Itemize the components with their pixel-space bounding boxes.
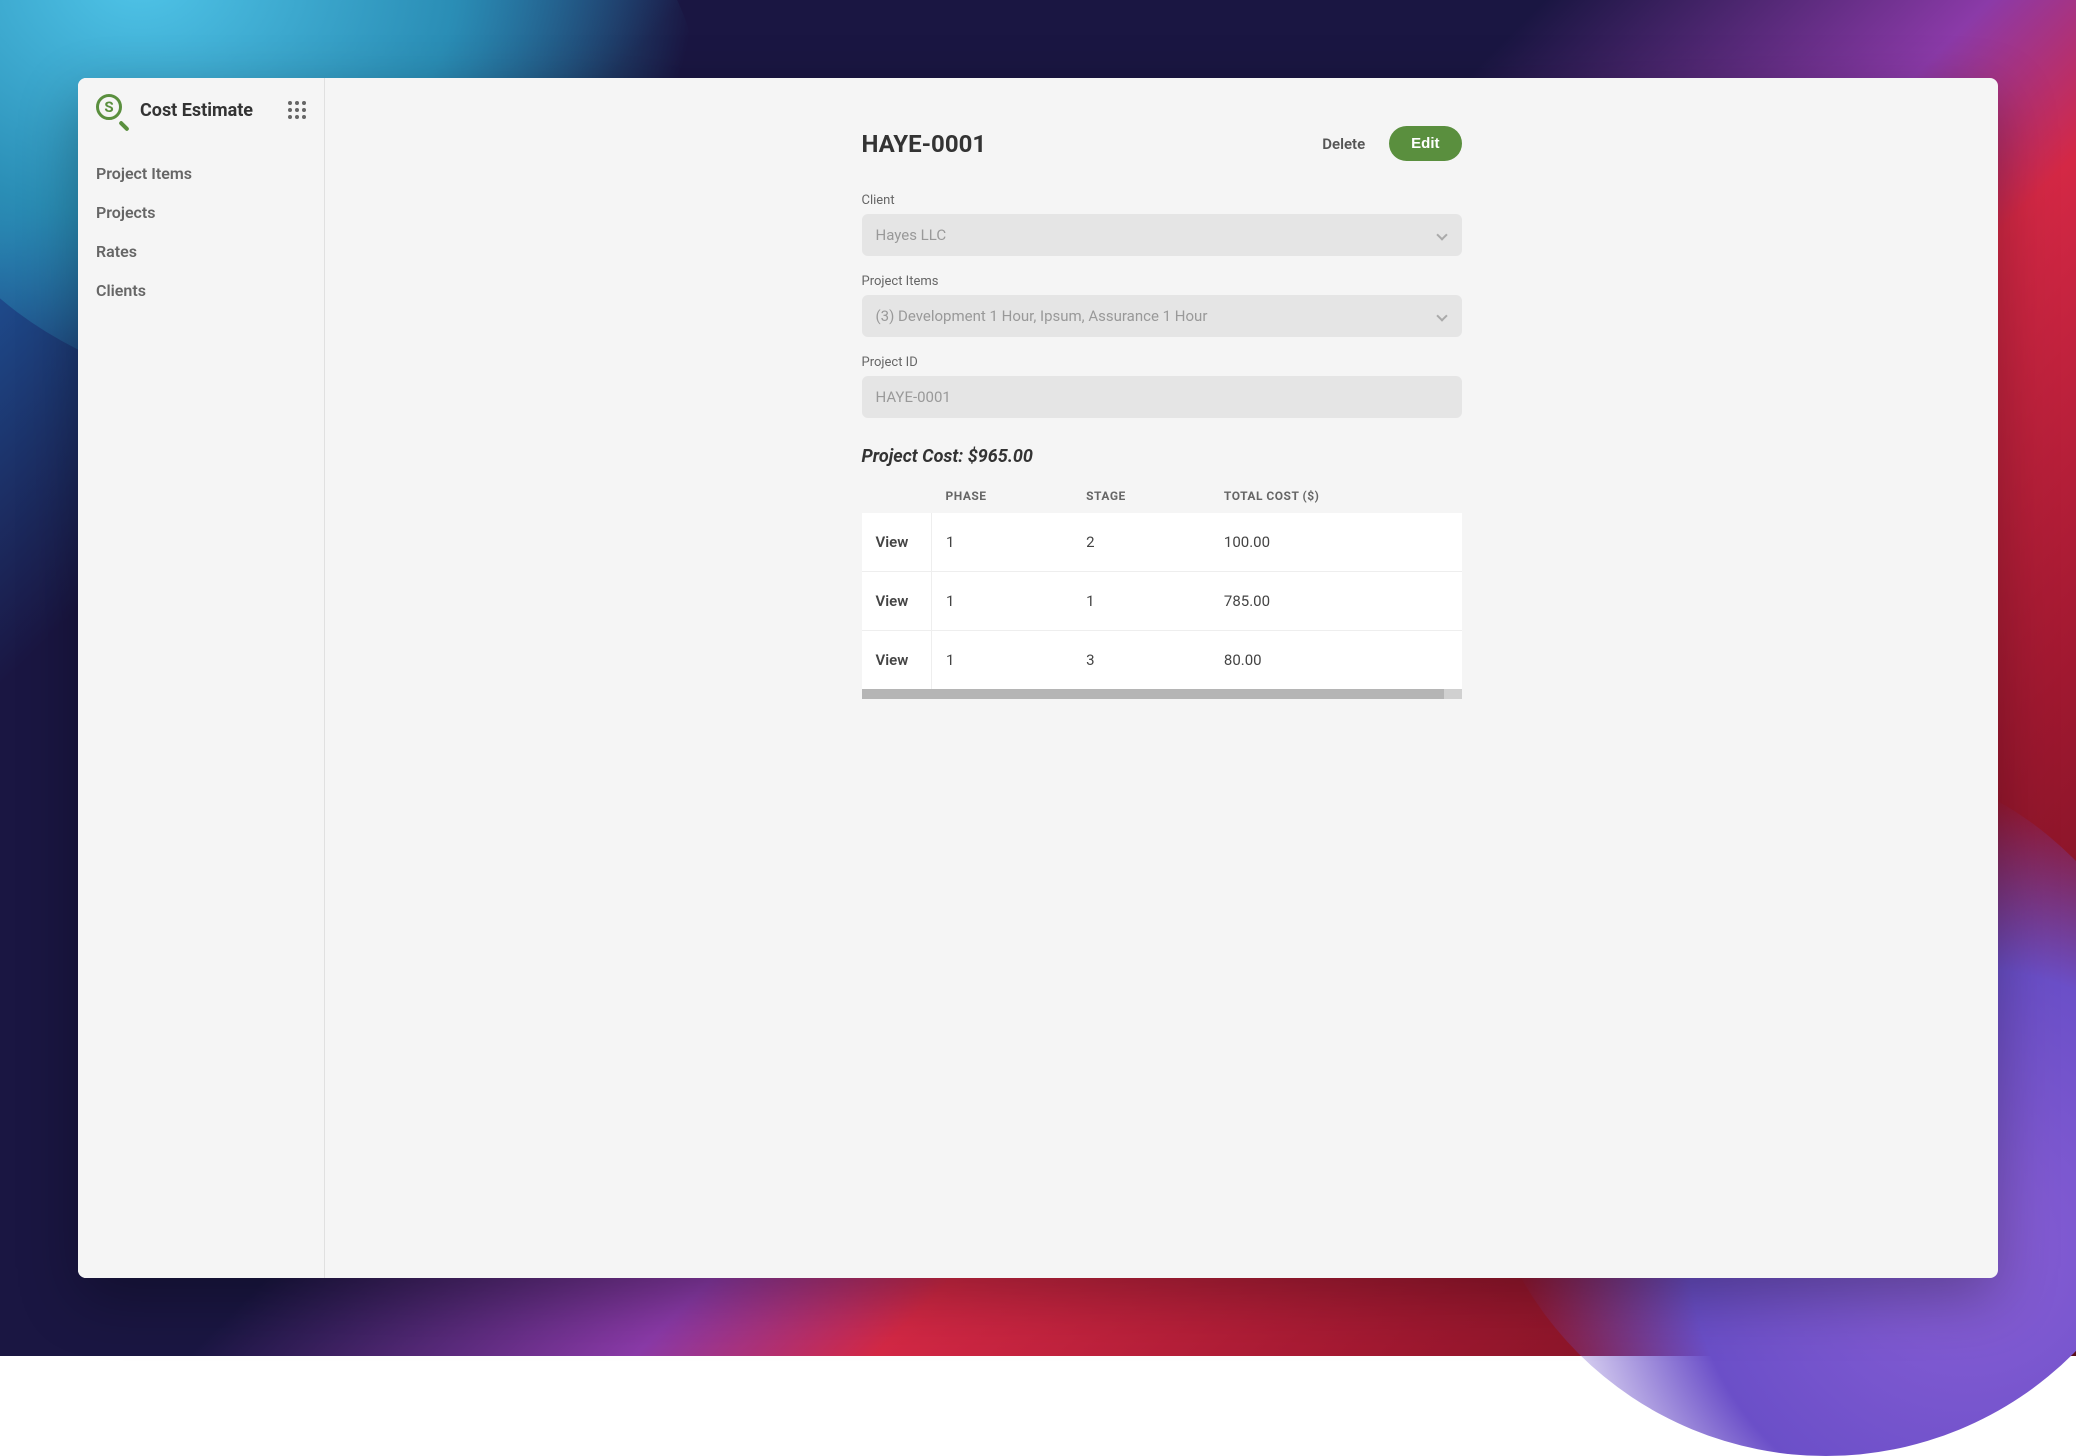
cell-stage: 1: [1072, 572, 1210, 631]
project-id-value: HAYE-0001: [876, 388, 951, 406]
table-header-empty: [862, 479, 932, 513]
project-items-select-value: (3) Development 1 Hour, Ipsum, Assurance…: [876, 307, 1208, 325]
chevron-down-icon: [1436, 229, 1448, 241]
app-logo-icon: S: [96, 94, 128, 126]
table-horizontal-scrollbar[interactable]: [862, 689, 1462, 699]
cell-total-cost: 100.00: [1210, 513, 1462, 572]
app-title: Cost Estimate: [140, 100, 276, 121]
app-window: S Cost Estimate Project Items Projects R…: [78, 78, 1998, 1278]
project-items-select[interactable]: (3) Development 1 Hour, Ipsum, Assurance…: [862, 295, 1462, 337]
sidebar: S Cost Estimate Project Items Projects R…: [78, 78, 325, 1278]
form-group-project-id: Project ID HAYE-0001: [862, 355, 1462, 418]
view-link[interactable]: View: [862, 513, 932, 572]
project-items-label: Project Items: [862, 274, 1462, 289]
client-select[interactable]: Hayes LLC: [862, 214, 1462, 256]
header-actions: Delete Edit: [1322, 126, 1461, 161]
table-header-stage: STAGE: [1072, 479, 1210, 513]
client-label: Client: [862, 193, 1462, 208]
table-header-phase: PHASE: [932, 479, 1073, 513]
sidebar-item-clients[interactable]: Clients: [78, 271, 324, 310]
table-row: View 1 1 785.00: [862, 572, 1462, 631]
cell-phase: 1: [932, 572, 1073, 631]
cell-phase: 1: [932, 513, 1073, 572]
delete-button[interactable]: Delete: [1322, 135, 1365, 153]
project-id-input[interactable]: HAYE-0001: [862, 376, 1462, 418]
cost-summary: Project Cost: $965.00: [862, 446, 1462, 467]
page-header: HAYE-0001 Delete Edit: [862, 126, 1462, 161]
edit-button[interactable]: Edit: [1389, 126, 1461, 161]
page-title: HAYE-0001: [862, 130, 987, 158]
project-id-label: Project ID: [862, 355, 1462, 370]
sidebar-header: S Cost Estimate: [78, 78, 324, 142]
table-row: View 1 2 100.00: [862, 513, 1462, 572]
main-content: HAYE-0001 Delete Edit Client Hayes LLC P…: [325, 78, 1998, 1278]
chevron-down-icon: [1436, 310, 1448, 322]
sidebar-item-projects[interactable]: Projects: [78, 193, 324, 232]
sidebar-item-rates[interactable]: Rates: [78, 232, 324, 271]
cell-total-cost: 80.00: [1210, 631, 1462, 690]
cell-stage: 3: [1072, 631, 1210, 690]
form-group-client: Client Hayes LLC: [862, 193, 1462, 256]
cell-total-cost: 785.00: [1210, 572, 1462, 631]
cost-table-wrapper: PHASE STAGE TOTAL COST ($) View 1 2 100.…: [862, 479, 1462, 699]
view-link[interactable]: View: [862, 572, 932, 631]
cell-stage: 2: [1072, 513, 1210, 572]
table-header-total-cost: TOTAL COST ($): [1210, 479, 1462, 513]
nav-list: Project Items Projects Rates Clients: [78, 142, 324, 322]
cost-table: PHASE STAGE TOTAL COST ($) View 1 2 100.…: [862, 479, 1462, 689]
table-row: View 1 3 80.00: [862, 631, 1462, 690]
client-select-value: Hayes LLC: [876, 226, 947, 244]
form-group-project-items: Project Items (3) Development 1 Hour, Ip…: [862, 274, 1462, 337]
content-wrapper: HAYE-0001 Delete Edit Client Hayes LLC P…: [862, 126, 1462, 1230]
cell-phase: 1: [932, 631, 1073, 690]
view-link[interactable]: View: [862, 631, 932, 690]
scrollbar-thumb[interactable]: [862, 689, 1444, 699]
sidebar-item-project-items[interactable]: Project Items: [78, 154, 324, 193]
apps-grid-icon[interactable]: [288, 101, 306, 119]
